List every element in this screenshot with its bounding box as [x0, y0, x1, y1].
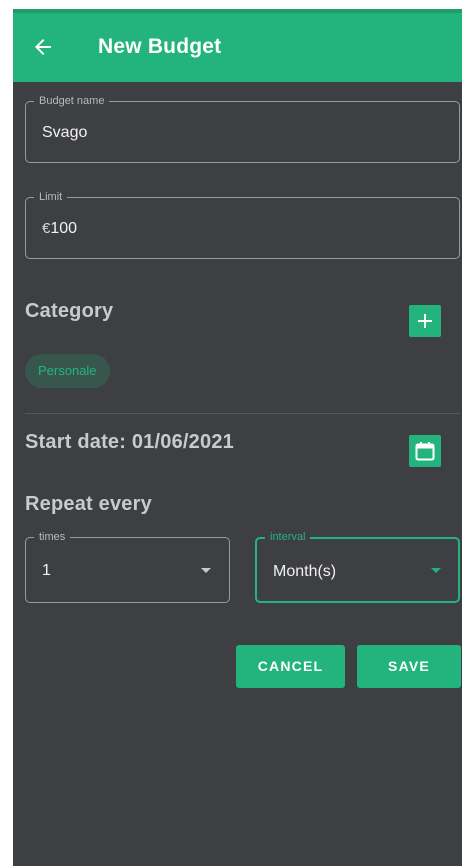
- budget-name-label: Budget name: [34, 94, 110, 108]
- times-dropdown[interactable]: times 1: [25, 530, 230, 603]
- times-value: 1: [42, 562, 51, 579]
- page-title: New Budget: [98, 35, 222, 58]
- calendar-icon: [415, 442, 435, 461]
- budget-name-field[interactable]: Budget name Svago: [25, 94, 460, 163]
- back-button[interactable]: [31, 35, 55, 59]
- app-screen: New Budget Budget name Svago Limit €100 …: [13, 9, 462, 866]
- add-category-button[interactable]: [409, 305, 441, 337]
- limit-value-wrapper: €100: [42, 220, 77, 238]
- limit-field[interactable]: Limit €100: [25, 190, 460, 259]
- cancel-button[interactable]: CANCEL: [236, 645, 345, 688]
- limit-value: 100: [50, 220, 78, 237]
- save-button[interactable]: SAVE: [357, 645, 461, 688]
- app-bar: New Budget: [13, 13, 462, 82]
- arrow-left-icon: [35, 39, 51, 55]
- chevron-down-icon: [201, 568, 211, 573]
- limit-label: Limit: [34, 190, 68, 204]
- times-label: times: [34, 530, 71, 544]
- interval-dropdown[interactable]: interval Month(s): [255, 530, 460, 603]
- plus-icon: [418, 314, 432, 328]
- calendar-button[interactable]: [409, 435, 441, 467]
- budget-name-value: Svago: [42, 124, 88, 141]
- interval-value: Month(s): [273, 563, 337, 580]
- start-date-text: Start date: 01/06/2021: [25, 431, 234, 453]
- interval-label: interval: [265, 530, 311, 544]
- category-chip-personale[interactable]: Personale: [25, 354, 110, 388]
- category-title: Category: [25, 300, 114, 322]
- divider: [25, 413, 460, 414]
- repeat-title: Repeat every: [25, 493, 152, 515]
- chevron-down-icon: [431, 568, 441, 573]
